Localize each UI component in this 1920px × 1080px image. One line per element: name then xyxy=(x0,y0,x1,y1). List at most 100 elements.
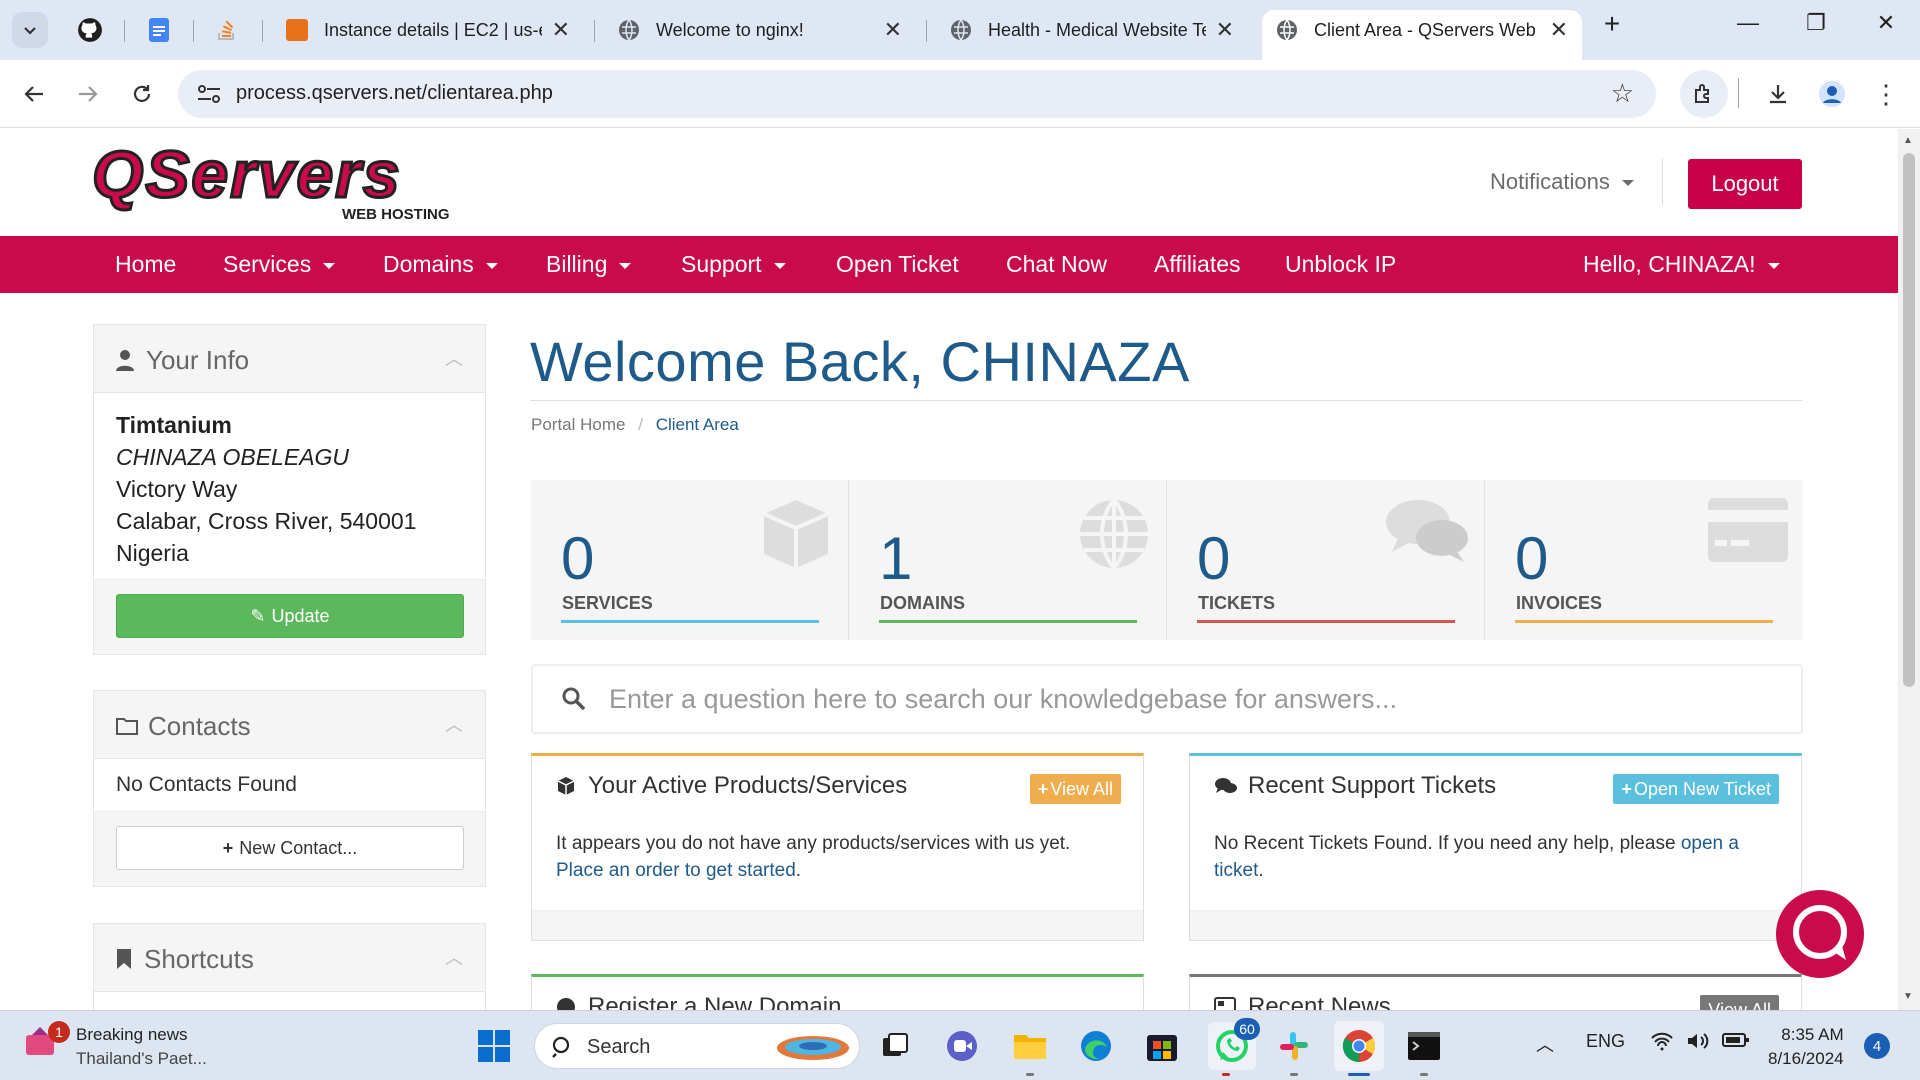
tab-ec2[interactable]: Instance details | EC2 | us-ea ✕ xyxy=(272,10,584,50)
nav-domains[interactable]: Domains xyxy=(383,251,498,278)
teams-app[interactable] xyxy=(942,1026,982,1066)
breadcrumb-home[interactable]: Portal Home xyxy=(531,415,625,434)
logout-button[interactable]: Logout xyxy=(1688,159,1802,209)
tab-search-button[interactable] xyxy=(12,12,48,48)
new-contact-button[interactable]: + New Contact... xyxy=(116,826,464,870)
nav-affiliates[interactable]: Affiliates xyxy=(1154,251,1241,278)
extensions-button[interactable] xyxy=(1680,70,1728,118)
chevron-up-icon[interactable]: ︿ xyxy=(445,944,463,970)
panel-header[interactable]: Shortcuts ︿ xyxy=(94,924,485,992)
slack-app[interactable] xyxy=(1274,1026,1314,1066)
close-icon[interactable]: ✕ xyxy=(552,17,570,43)
panel-title: Your Info xyxy=(146,345,250,375)
downloads-button[interactable] xyxy=(1760,76,1796,112)
language-indicator[interactable]: ENG xyxy=(1586,1031,1625,1052)
tab-health[interactable]: Health - Medical Website Te ✕ xyxy=(936,10,1248,50)
open-new-ticket-button[interactable]: + Open New Ticket xyxy=(1613,774,1779,804)
bookmark-star-icon[interactable]: ☆ xyxy=(1611,78,1634,109)
plus-icon: + xyxy=(1037,778,1049,799)
task-view-button[interactable] xyxy=(876,1026,916,1066)
panel-header[interactable]: Contacts ︿ xyxy=(94,691,485,759)
card-title: Recent Support Tickets xyxy=(1248,772,1497,799)
file-explorer-app[interactable] xyxy=(1010,1026,1050,1066)
forward-button[interactable] xyxy=(70,76,106,112)
store-app[interactable] xyxy=(1142,1026,1182,1066)
nav-support[interactable]: Support xyxy=(681,251,786,278)
notifications-dropdown[interactable]: Notifications xyxy=(1490,169,1634,195)
news-view-all-button[interactable]: View All xyxy=(1700,995,1779,1010)
close-window-button[interactable]: ✕ xyxy=(1866,10,1906,36)
pinned-tab-github[interactable] xyxy=(74,14,106,46)
page-scrollbar[interactable]: ▲ ▼ xyxy=(1898,129,1920,1010)
volume-icon[interactable] xyxy=(1686,1031,1710,1056)
tile-services[interactable]: 0 SERVICES xyxy=(531,480,849,640)
nav-chat-now[interactable]: Chat Now xyxy=(1006,251,1107,278)
view-all-button[interactable]: + View All xyxy=(1029,774,1121,804)
browser-toolbar: process.qservers.net/clientarea.php ☆ ⋮ xyxy=(0,60,1920,128)
profile-button[interactable] xyxy=(1814,76,1850,112)
live-chat-button[interactable] xyxy=(1776,890,1864,978)
tile-domains[interactable]: 1 DOMAINS xyxy=(849,480,1167,640)
stat-underline xyxy=(1197,620,1455,623)
nav-billing[interactable]: Billing xyxy=(546,251,632,278)
chat-bubble-icon xyxy=(1793,905,1847,960)
nav-unblock-ip[interactable]: Unblock IP xyxy=(1285,251,1396,278)
stat-underline xyxy=(561,620,819,623)
close-icon[interactable]: ✕ xyxy=(1216,17,1234,43)
reload-button[interactable] xyxy=(124,76,160,112)
chevron-up-icon[interactable]: ︿ xyxy=(445,711,463,737)
tray-overflow-chevron-icon[interactable]: ︿ xyxy=(1536,1031,1554,1057)
tab-client-area[interactable]: Client Area - QServers Web ✕ xyxy=(1262,10,1582,60)
close-icon[interactable]: ✕ xyxy=(884,17,902,43)
wifi-icon[interactable] xyxy=(1650,1031,1674,1056)
address-bar[interactable]: process.qservers.net/clientarea.php ☆ xyxy=(178,70,1656,118)
windows-taskbar: 1 Breaking news Thailand's Paet... Searc… xyxy=(0,1010,1920,1080)
tile-tickets[interactable]: 0 TICKETS xyxy=(1167,480,1485,640)
place-order-link[interactable]: Place an order to get started xyxy=(556,860,796,881)
clock-time: 8:35 AM xyxy=(1781,1025,1844,1044)
stat-value: 0 xyxy=(1197,525,1231,592)
battery-icon[interactable] xyxy=(1722,1031,1750,1054)
edge-app[interactable] xyxy=(1076,1026,1116,1066)
kb-search-input[interactable] xyxy=(609,676,1759,722)
nav-services[interactable]: Services xyxy=(223,251,336,278)
back-button[interactable] xyxy=(16,76,52,112)
knowledgebase-search xyxy=(531,664,1803,734)
pinned-tab-docs[interactable] xyxy=(143,14,175,46)
nav-home[interactable]: Home xyxy=(115,251,176,278)
chrome-app[interactable] xyxy=(1334,1021,1384,1071)
whatsapp-app[interactable]: 60 xyxy=(1208,1018,1260,1070)
clock-date: 8/16/2024 xyxy=(1768,1049,1844,1068)
url-text[interactable]: process.qservers.net/clientarea.php xyxy=(236,82,553,105)
restore-button[interactable]: ❐ xyxy=(1796,10,1836,36)
tile-invoices[interactable]: 0 INVOICES xyxy=(1485,480,1803,640)
update-button[interactable]: ✎ Update xyxy=(116,594,464,638)
site-settings-icon[interactable] xyxy=(196,82,222,106)
tab-title: Instance details | EC2 | us-ea xyxy=(324,19,542,40)
taskbar-search[interactable]: Search xyxy=(534,1023,860,1069)
panel-header[interactable]: Your Info ︿ xyxy=(94,325,485,393)
nav-user-menu[interactable]: Hello, CHINAZA! xyxy=(1583,251,1780,278)
new-tab-button[interactable]: + xyxy=(1592,8,1632,40)
breadcrumb-current: Client Area xyxy=(655,415,739,434)
notifications-label: Notifications xyxy=(1490,169,1610,194)
notification-center-badge[interactable]: 4 xyxy=(1864,1033,1890,1059)
system-clock[interactable]: 8:35 AM 8/16/2024 xyxy=(1768,1023,1844,1071)
tab-nginx[interactable]: Welcome to nginx! ✕ xyxy=(604,10,916,50)
browser-menu-button[interactable]: ⋮ xyxy=(1868,76,1904,112)
close-icon[interactable]: ✕ xyxy=(1550,17,1568,43)
qservers-logo[interactable]: QServers WEB HOSTING xyxy=(92,143,462,223)
cube-icon xyxy=(763,500,829,568)
scrollbar-thumb[interactable] xyxy=(1903,153,1915,687)
terminal-app[interactable] xyxy=(1404,1026,1444,1066)
start-button[interactable] xyxy=(474,1026,514,1066)
stat-label: INVOICES xyxy=(1516,593,1603,613)
your-info-panel: Your Info ︿ Timtanium CHINAZA OBELEAGU V… xyxy=(93,324,486,655)
minimize-button[interactable]: — xyxy=(1728,10,1768,36)
card-title: Your Active Products/Services xyxy=(588,772,908,799)
nav-open-ticket[interactable]: Open Ticket xyxy=(836,251,959,278)
pinned-tab-stackoverflow[interactable] xyxy=(211,14,243,46)
card-title: Recent News xyxy=(1248,993,1391,1010)
news-widget[interactable]: 1 Breaking news Thailand's Paet... xyxy=(20,1021,207,1068)
chevron-up-icon[interactable]: ︿ xyxy=(445,345,463,371)
